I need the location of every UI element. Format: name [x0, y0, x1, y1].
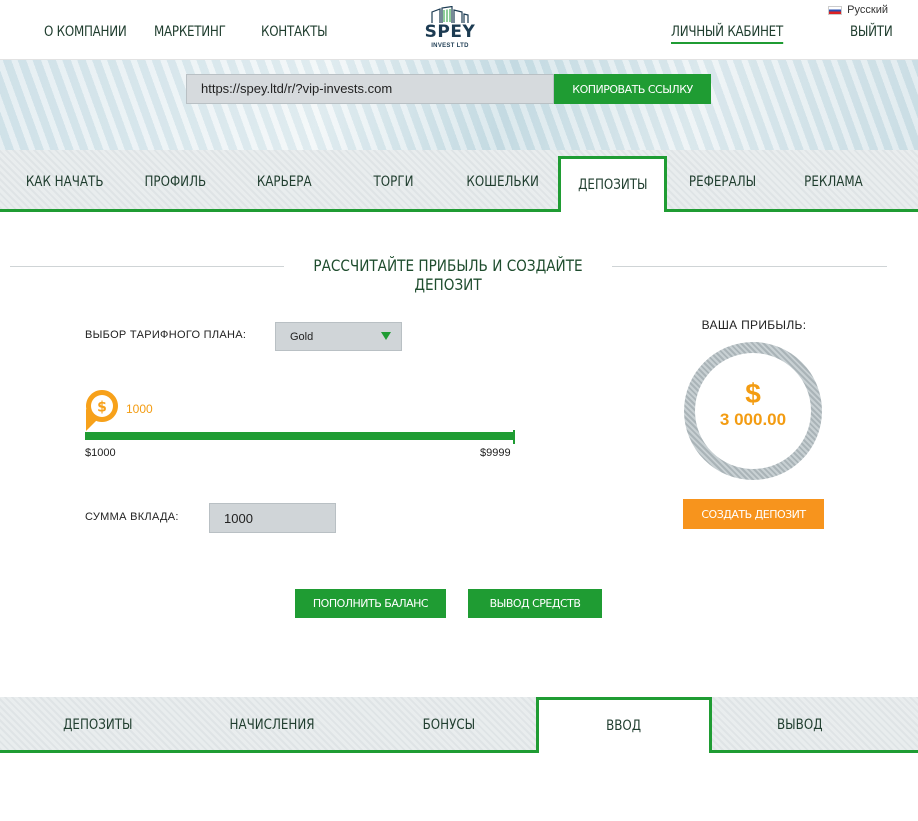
amount-label: СУММА ВКЛАДА:	[85, 511, 179, 523]
main-tabs: КАК НАЧАТЬ ПРОФИЛЬ КАРЬЕРА ТОРГИ КОШЕЛЬК…	[0, 150, 918, 212]
slider-handle-icon[interactable]: $	[85, 389, 119, 431]
subtab-accruals[interactable]: НАЧИСЛЕНИЯ	[185, 717, 360, 733]
language-switcher[interactable]: Русский	[828, 4, 888, 16]
logo-subtitle: INVEST LTD	[431, 43, 469, 49]
tab-wallets[interactable]: КОШЕЛЬКИ	[446, 174, 560, 190]
sub-tabs: ДЕПОЗИТЫ НАЧИСЛЕНИЯ БОНУСЫ ВВОД ВЫВОД	[0, 697, 918, 753]
logo-name: SPEY	[424, 22, 476, 42]
calculator-title: РАССЧИТАЙТЕ ПРИБЫЛЬ И СОЗДАЙТЕ ДЕПОЗИТ	[10, 256, 887, 294]
plan-select[interactable]: Gold	[275, 322, 402, 351]
logo[interactable]: SPEY INVEST LTD	[418, 6, 480, 56]
withdraw-funds-button[interactable]: ВЫВОД СРЕДСТВ	[468, 589, 602, 618]
title-divider-left	[10, 266, 284, 267]
dropdown-arrow-icon	[381, 332, 391, 340]
nav-marketing[interactable]: МАРКЕТИНГ	[154, 24, 226, 40]
tab-trading[interactable]: ТОРГИ	[337, 174, 451, 190]
create-deposit-button[interactable]: СОЗДАТЬ ДЕПОЗИТ	[683, 499, 824, 529]
language-label: Русский	[847, 4, 888, 16]
plan-value: Gold	[290, 331, 314, 343]
nav-about[interactable]: О КОМПАНИИ	[44, 24, 127, 40]
profit-label: ВАША ПРИБЫЛЬ:	[701, 318, 807, 332]
tab-referrals[interactable]: РЕФЕРАЛЫ	[666, 174, 780, 190]
tab-deposits[interactable]: ДЕПОЗИТЫ	[558, 156, 667, 212]
subtab-deposits[interactable]: ДЕПОЗИТЫ	[10, 717, 185, 733]
hero-banner: https://spey.ltd/r/?vip-invests.com КОПИ…	[0, 60, 918, 152]
copy-link-button[interactable]: КОПИРОВАТЬ ССЫЛКУ	[554, 74, 711, 104]
subtab-input[interactable]: ВВОД	[536, 697, 712, 753]
site-header: О КОМПАНИИ МАРКЕТИНГ КОНТАКТЫ SPEY INVES…	[0, 0, 918, 60]
russia-flag-icon	[828, 5, 843, 15]
slider-max-label: $9999	[480, 447, 511, 459]
subtab-withdrawal[interactable]: ВЫВОД	[712, 717, 887, 733]
slider-min-label: $1000	[85, 447, 116, 459]
topup-balance-button[interactable]: ПОПОЛНИТЬ БАЛАНС	[295, 589, 446, 618]
tab-profile[interactable]: ПРОФИЛЬ	[118, 174, 232, 190]
amount-input[interactable]: 1000	[209, 503, 336, 533]
title-divider-right	[612, 266, 887, 267]
dollar-icon: $	[745, 378, 761, 409]
nav-personal-account[interactable]: ЛИЧНЫЙ КАБИНЕТ	[671, 24, 783, 44]
nav-contacts[interactable]: КОНТАКТЫ	[261, 24, 328, 40]
nav-logout[interactable]: ВЫЙТИ	[850, 24, 893, 40]
amount-slider[interactable]	[85, 430, 515, 444]
tab-career[interactable]: КАРЬЕРА	[227, 174, 341, 190]
svg-text:$: $	[97, 400, 107, 416]
calculator-heading: РАССЧИТАЙТЕ ПРИБЫЛЬ И СОЗДАЙТЕ ДЕПОЗИТ	[313, 256, 583, 294]
tab-advertising[interactable]: РЕКЛАМА	[776, 174, 890, 190]
tab-how-to-start[interactable]: КАК НАЧАТЬ	[8, 174, 122, 190]
plan-label: ВЫБОР ТАРИФНОГО ПЛАНА:	[85, 329, 247, 341]
profit-value: 3 000.00	[719, 410, 787, 429]
referral-link-field[interactable]: https://spey.ltd/r/?vip-invests.com	[186, 74, 554, 104]
subtab-bonuses[interactable]: БОНУСЫ	[361, 717, 536, 733]
slider-value: 1000	[126, 402, 153, 416]
